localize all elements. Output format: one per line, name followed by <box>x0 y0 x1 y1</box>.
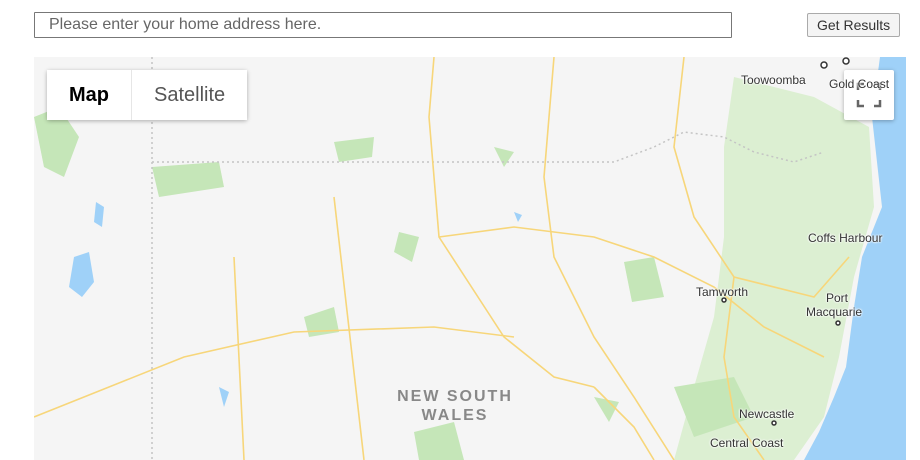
map-label-tamworth: Tamworth <box>696 285 749 299</box>
map-label-newcastle: Newcastle <box>739 407 795 421</box>
get-results-button[interactable]: Get Results <box>807 13 901 37</box>
map-label-port-macquarie-line1: Port <box>826 291 849 305</box>
map-type-map-button[interactable]: Map <box>47 70 132 120</box>
map-label-port-macquarie-line2: Macquarie <box>806 305 863 319</box>
region-label-line1: NEW SOUTH <box>397 388 513 405</box>
map-type-satellite-button[interactable]: Satellite <box>132 70 248 120</box>
address-search-input[interactable] <box>34 12 732 38</box>
map-label-toowoomba: Toowoomba <box>741 73 806 87</box>
region-label-line2: WALES <box>421 407 489 424</box>
map-label-gold-coast: Gold Coast <box>829 77 890 91</box>
map-type-control: Map Satellite <box>47 70 248 120</box>
map-view[interactable]: Map Satellite Toowoomba Gold Coast Coffs… <box>34 57 906 460</box>
map-label-central-coast: Central Coast <box>710 436 784 450</box>
map-label-coffs-harbour: Coffs Harbour <box>808 231 883 245</box>
region-label: NEW SOUTH WALES <box>390 387 520 425</box>
